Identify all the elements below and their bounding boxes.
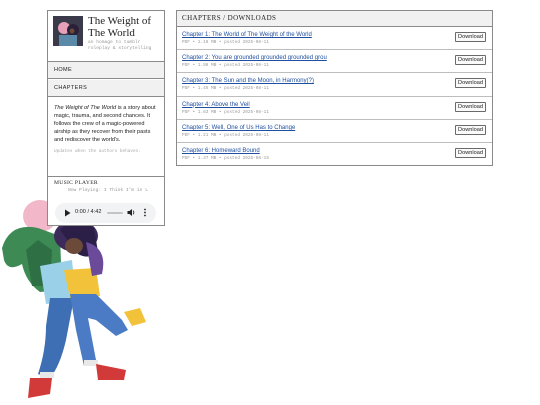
nav-item-chapters[interactable]: CHAPTERS <box>48 80 164 97</box>
nav-item-home[interactable]: HOME <box>48 62 164 79</box>
music-player-title: MUSIC PLAYER <box>54 180 98 186</box>
chapter-row: Chapter 4: Above the Veil PDF • 1.83 MB … <box>177 97 492 120</box>
download-button[interactable]: Download <box>455 124 486 135</box>
more-vertical-icon[interactable] <box>143 208 147 217</box>
now-playing-text: Now Playing: I Think I'm in L <box>68 188 148 193</box>
chapter-meta: PDF • 1.37 MB • posted 2025-08-15 <box>182 155 269 161</box>
about-text: The Weight of The World is a story about… <box>48 97 164 144</box>
download-button[interactable]: Download <box>455 101 486 112</box>
chapter-link[interactable]: Chapter 1: The World of The Weight of th… <box>182 32 312 38</box>
music-player-section: MUSIC PLAYER Now Playing: I Think I'm in… <box>48 176 164 223</box>
download-button[interactable]: Download <box>455 55 486 66</box>
download-button[interactable]: Download <box>455 147 486 158</box>
site-header: The Weight of The World an homage to tum… <box>48 11 164 62</box>
download-button[interactable]: Download <box>455 32 486 42</box>
chapter-meta: PDF • 1.98 MB • posted 2025-08-11 <box>182 63 269 69</box>
chapter-link[interactable]: Chapter 4: Above the Veil <box>182 102 250 108</box>
audio-time: 0:00 / 4:42 <box>75 209 102 215</box>
chapter-link[interactable]: Chapter 3: The Sun and the Moon, in Harm… <box>182 78 314 84</box>
downloads-panel: CHAPTERS / DOWNLOADS Chapter 1: The Worl… <box>176 10 493 166</box>
chapter-link[interactable]: Chapter 6: Homeward Bound <box>182 148 260 154</box>
about-title: The Weight of The World <box>54 105 117 111</box>
chapter-row: Chapter 5: Well, One of Us Has to Change… <box>177 120 492 143</box>
download-button[interactable]: Download <box>455 78 486 89</box>
chapter-link[interactable]: Chapter 5: Well, One of Us Has to Change <box>182 125 295 131</box>
audio-player: 0:00 / 4:42 <box>55 203 156 223</box>
chapter-meta: PDF • 1.83 MB • posted 2025-08-11 <box>182 109 269 115</box>
volume-icon[interactable] <box>127 208 136 217</box>
chapter-meta: PDF • 1.21 MB • posted 2025-08-11 <box>182 132 269 138</box>
downloads-header: CHAPTERS / DOWNLOADS <box>177 11 492 27</box>
chapter-meta: PDF • 1.18 MB • posted 2025-08-11 <box>182 40 269 45</box>
chapter-row: Chapter 6: Homeward Bound PDF • 1.37 MB … <box>177 143 492 166</box>
site-tagline: an homage to tumblr roleplay & storytell… <box>88 40 152 51</box>
audio-progress-bar[interactable] <box>107 212 123 214</box>
chapter-row: Chapter 1: The World of The Weight of th… <box>177 27 492 51</box>
chapter-row: Chapter 2: You are grounded grounded gro… <box>177 50 492 74</box>
chapter-row: Chapter 3: The Sun and the Moon, in Harm… <box>177 73 492 97</box>
play-icon[interactable] <box>64 209 71 217</box>
update-note: Updates when the authors behaves. <box>54 149 141 154</box>
chapter-meta: PDF • 1.45 MB • posted 2025-08-11 <box>182 86 269 92</box>
site-title[interactable]: The Weight of The World <box>88 15 164 39</box>
site-avatar <box>53 16 83 46</box>
sidebar: The Weight of The World an homage to tum… <box>47 10 165 226</box>
chapter-list: Chapter 1: The World of The Weight of th… <box>177 27 492 166</box>
chapter-link[interactable]: Chapter 2: You are grounded grounded gro… <box>182 55 327 61</box>
